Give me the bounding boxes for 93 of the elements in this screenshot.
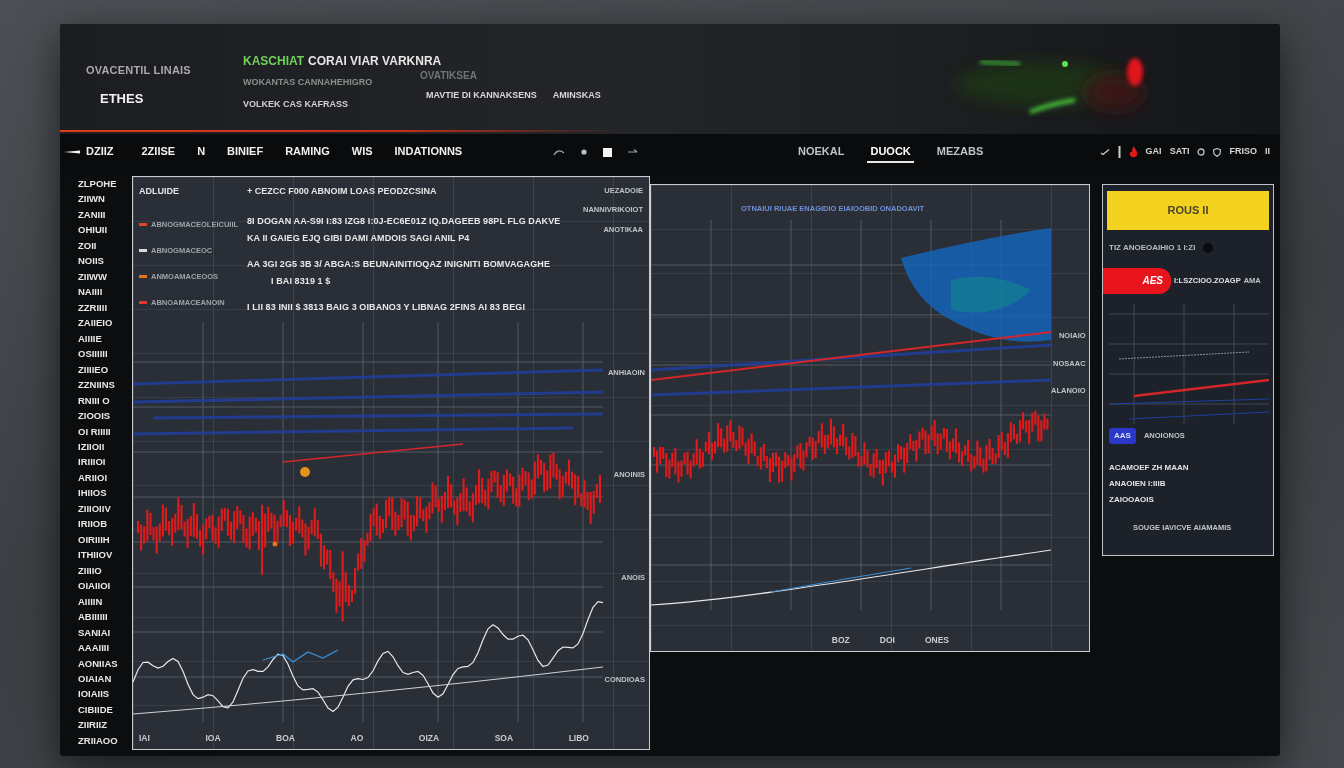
axis-label: RNIII O — [78, 393, 111, 408]
axis-label: ZZNIINS — [78, 378, 116, 393]
toolbar-label[interactable]: GAI — [1145, 145, 1162, 159]
axis-label: ABIIIIII — [78, 610, 109, 625]
axis-label: ZANIII — [78, 207, 107, 222]
x-axis-label: BOZ — [831, 634, 850, 647]
square-icon[interactable] — [603, 147, 612, 157]
axis-label: IOIAIIS — [78, 687, 111, 702]
toolbar-title: DZIIZ — [86, 143, 114, 159]
x-axis-label: AO — [350, 732, 364, 745]
axis-label: AIIIIN — [78, 594, 104, 609]
axis-label: ZIIRIIZ — [78, 718, 109, 733]
axis-label: ZZRIIII — [78, 300, 109, 315]
toolbar-tab[interactable]: WIS — [351, 140, 373, 164]
axis-label: AAAIIII — [78, 641, 111, 656]
flame-icon[interactable] — [1128, 146, 1138, 158]
axis-label: OIRIIIH — [78, 532, 111, 547]
x-axis-label: OIZA — [418, 732, 440, 745]
toolbar-tab[interactable]: BINIEF — [227, 140, 264, 164]
toolbar-tab[interactable]: 2ZIISE — [141, 140, 176, 164]
note-text: ZAIOOAOIS — [1109, 493, 1154, 506]
axis-label: OI RIIIII — [78, 424, 112, 439]
brand-caption: OVACENTIL LINAIS — [86, 63, 192, 78]
toolbar-tab[interactable]: RAMING — [285, 140, 330, 164]
note-text: ACAMOEF ZH MAAN — [1109, 461, 1189, 474]
axis-label: NAIIII — [78, 285, 104, 300]
status-value: AMINSKAS — [552, 89, 601, 102]
x-axis-label: BOA — [276, 732, 295, 745]
title-highlight: KASCHIAT — [243, 53, 305, 70]
axis-label: ZOII — [78, 238, 98, 253]
dot-icon[interactable] — [581, 149, 587, 155]
check-icon[interactable] — [1099, 149, 1110, 155]
subtitle-text: WOKANTAS CANNAHEHIGRO — [243, 76, 374, 89]
circle-icon[interactable] — [1197, 148, 1206, 156]
axis-label: ARIIOI — [78, 470, 109, 485]
title-text: CORAI VIAR VARKNRA — [308, 53, 442, 70]
axis-label: CIBIIDE — [78, 702, 114, 717]
axis-label: ZIIIIEO — [78, 362, 110, 377]
axis-label: ZIIWW — [78, 269, 108, 284]
toolbar-tab[interactable]: INDATIONNS — [394, 140, 463, 164]
axis-label: SANIAI — [78, 625, 112, 640]
axis-label: OSIIIIII — [78, 347, 109, 362]
alert-label: AES — [1142, 274, 1163, 288]
data-text: KA II GAIEG EJQ GIBI DAMI AMDOIS SAGI ANIL P4 — [247, 232, 471, 245]
view-tab[interactable]: NOEKAL — [795, 140, 848, 164]
x-axis-label: ONES — [924, 634, 949, 647]
toolbar-tab[interactable]: N — [197, 140, 206, 164]
circle-icon — [1203, 242, 1214, 253]
brand-name: ETHES — [99, 89, 145, 108]
subtitle-text: VOLKEK CAS KAFRASS — [243, 97, 349, 111]
panel-headline: + CEZCC F000 ABNOIM LOAS PEODZCSINA — [247, 185, 438, 198]
axis-label: ITHIIOV — [78, 548, 114, 563]
bar-icon[interactable] — [1117, 146, 1121, 158]
data-text: 8I DOGAN AA-S9I I:83 IZG8 I:0J-EC6E01Z IQ.DAGEEB 98PL FLG DAKVE — [247, 214, 562, 228]
info-text: TIZ ANOEOAIHIO 1 I:ZI — [1109, 241, 1196, 254]
axis-label: ZRIIAOO — [78, 733, 119, 748]
axis-label: ZIIIOIIV — [78, 501, 112, 516]
panel-title: ADLUIDE — [139, 185, 180, 198]
note-text: ANAOIEN I:IIIB — [1109, 477, 1166, 490]
axis-label: IZIIOII — [78, 439, 106, 454]
axis-label: OIAIAN — [78, 672, 113, 686]
x-axis-label: DOI — [879, 634, 895, 647]
axis-label: ZLPOHE — [78, 177, 118, 191]
toolbar-label[interactable]: II — [1265, 145, 1270, 159]
data-text: I BAI 8319 1 $ — [270, 275, 332, 288]
axis-label: ZIOOIS — [78, 409, 112, 424]
x-axis-label: IOA — [205, 732, 221, 745]
axis-label: AONIIAS — [78, 656, 119, 671]
axis-label: ZIIWN — [78, 192, 106, 207]
axis-label: NOIIS — [78, 254, 105, 269]
axis-label: ZIIIIO — [78, 563, 103, 578]
arrow-icon[interactable] — [628, 149, 638, 155]
view-tab[interactable]: DUOCK — [867, 140, 914, 164]
toolbar-label[interactable]: SATI — [1169, 145, 1190, 159]
axis-label: AIIIIE — [78, 331, 103, 346]
axis-label: IHIIOS — [78, 486, 108, 501]
shield-icon[interactable] — [1213, 147, 1222, 157]
toolbar-label[interactable]: FRISO — [1229, 145, 1257, 159]
axis-label: OIAIIOI — [78, 579, 112, 594]
data-text: I LII 83 INII $ 3813 BAIG 3 OIBANO3 Y LIBNAG 2FINS AI 83 BEGI — [247, 300, 526, 314]
axis-label: IRIIOB — [78, 517, 109, 532]
status-value: MAVTIE DI KANNAKSENS — [426, 89, 537, 102]
x-axis-label: SOA — [494, 732, 514, 745]
status-label: OVATIKSEA — [420, 69, 478, 83]
x-axis-label: IAI — [139, 732, 150, 745]
tag-label: AAS — [1109, 427, 1136, 444]
axis-label: OHIUII — [78, 223, 109, 238]
axis-label: IRIIIOI — [78, 455, 107, 470]
x-axis-label: LIBO — [568, 732, 589, 745]
data-text: AA 3GI 2G5 3B 3/ ABGA:S BEUNAINITIOQAZ INIGNITI BOMVAGAGHE — [247, 257, 551, 271]
view-tab[interactable]: MEZABS — [933, 140, 987, 164]
panel-header: ROUS II — [1107, 191, 1269, 230]
axis-label: ZAIIEIO — [78, 316, 114, 331]
